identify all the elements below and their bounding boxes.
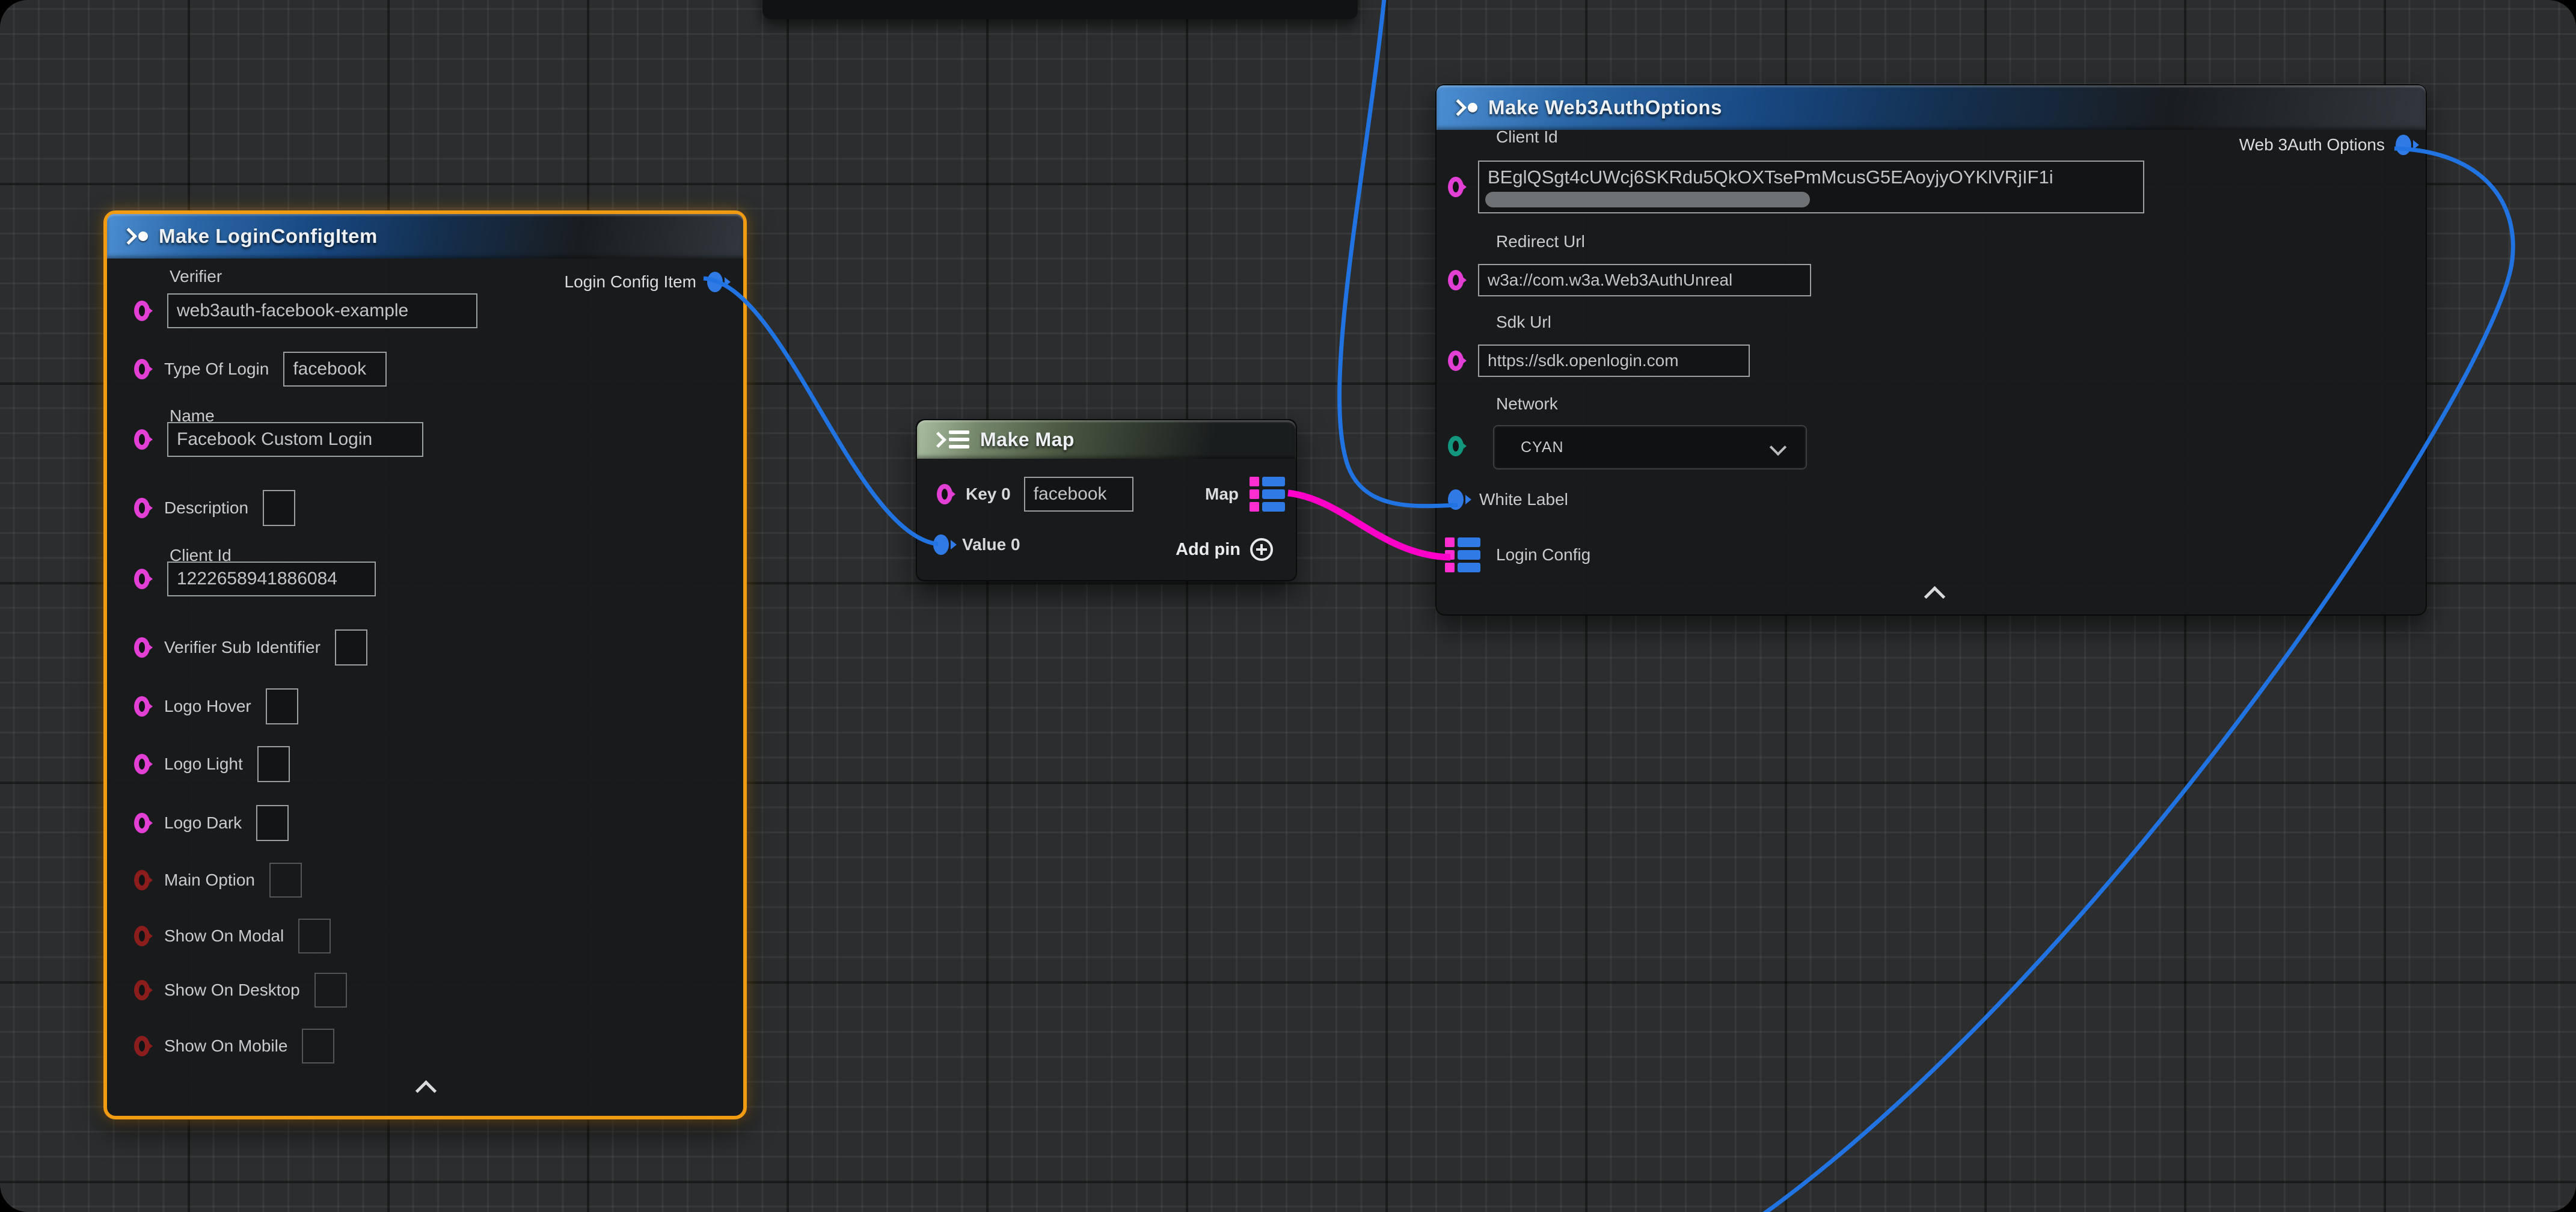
input-pin-show-on-modal[interactable] — [134, 926, 150, 946]
collapse-row — [1927, 589, 1942, 604]
pin-row-logo-dark: Logo Dark — [134, 805, 289, 841]
pin-label: Sdk Url — [1496, 313, 1551, 332]
input-pin-type-of-login[interactable] — [134, 359, 150, 379]
pin-row-key-0: Key 0 facebook — [937, 477, 1133, 512]
node-header[interactable]: Make LoginConfigItem — [107, 214, 743, 259]
client-id-scrollbar[interactable] — [1485, 192, 1810, 207]
pin-label: Redirect Url — [1496, 232, 1585, 251]
pin-row-login-config: Login Config — [1445, 537, 1590, 572]
blueprint-graph-canvas[interactable]: Make LoginConfigItem Login Config Item V… — [0, 0, 2576, 1212]
add-pin-icon — [1250, 538, 1273, 561]
pin-row-value-0: Value 0 — [933, 534, 1020, 555]
output-row-map: Map — [1205, 477, 1285, 512]
collapse-chevron-icon[interactable] — [1924, 586, 1945, 607]
make-struct-icon — [123, 230, 148, 242]
output-pin-label: Login Config Item — [565, 272, 696, 292]
make-struct-icon — [1452, 102, 1477, 114]
login-config-map-pin-icon[interactable] — [1445, 537, 1480, 572]
input-pin-verifier[interactable] — [134, 301, 150, 321]
input-pin-logo-dark[interactable] — [134, 813, 150, 833]
logo-hover-field[interactable] — [266, 688, 298, 724]
logo-light-field[interactable] — [257, 746, 290, 782]
pin-row-show-on-modal: Show On Modal — [134, 919, 331, 953]
input-pin-value-0[interactable] — [933, 534, 949, 555]
node-make-web3authoptions[interactable]: Make Web3AuthOptions Web 3Auth Options C… — [1435, 84, 2427, 616]
pin-row-main-option: Main Option — [134, 863, 302, 898]
input-pin-logo-hover[interactable] — [134, 696, 150, 717]
pin-row-client-id: 1222658941886084 — [134, 562, 376, 596]
verifier-sub-identifier-field[interactable] — [335, 629, 367, 666]
make-map-icon — [933, 430, 969, 448]
input-pin-description[interactable] — [134, 498, 150, 518]
input-pin-key-0[interactable] — [937, 484, 952, 504]
node-header[interactable]: Make Web3AuthOptions — [1437, 85, 2426, 130]
input-pin-client-id[interactable] — [1448, 177, 1464, 197]
input-pin-redirect-url[interactable] — [1448, 270, 1464, 290]
verifier-field[interactable]: web3auth-facebook-example — [167, 293, 477, 328]
pin-label: Verifier — [170, 267, 222, 286]
pin-row-logo-light: Logo Light — [134, 746, 290, 782]
pin-row-white-label: White Label — [1448, 489, 1568, 510]
collapse-row — [419, 1083, 434, 1098]
output-row-web3auth-options: Web 3Auth Options — [2239, 135, 2411, 155]
logo-dark-field[interactable] — [256, 805, 289, 841]
client-id-field[interactable]: 1222658941886084 — [167, 562, 376, 596]
input-pin-sdk-url[interactable] — [1448, 350, 1464, 371]
key-0-field[interactable]: facebook — [1024, 477, 1133, 512]
pin-row-show-on-mobile: Show On Mobile — [134, 1029, 334, 1064]
redirect-url-field[interactable]: w3a://com.w3a.Web3AuthUnreal — [1478, 264, 1811, 296]
input-pin-show-on-desktop[interactable] — [134, 980, 150, 1000]
network-dropdown[interactable]: CYAN — [1493, 425, 1807, 470]
description-field[interactable] — [263, 490, 295, 526]
pin-row-name: Facebook Custom Login — [134, 422, 423, 457]
pin-row-network — [1448, 436, 1464, 456]
node-title: Make LoginConfigItem — [159, 225, 378, 248]
client-id-field[interactable]: BEglQSgt4cUWcj6SKRdu5QkOXTsePmMcusG5EAoy… — [1478, 161, 2144, 213]
input-pin-logo-light[interactable] — [134, 754, 150, 774]
input-pin-main-option[interactable] — [134, 870, 150, 890]
node-title: Make Map — [980, 429, 1075, 451]
input-pin-network[interactable] — [1448, 436, 1464, 456]
input-pin-client-id[interactable] — [134, 569, 150, 589]
output-row-login-config-item: Login Config Item — [565, 272, 723, 292]
map-pin-icon[interactable] — [1250, 477, 1285, 512]
offscreen-node-partial[interactable] — [762, 0, 1358, 19]
show-on-mobile-checkbox[interactable] — [302, 1029, 334, 1064]
output-pin-label: Web 3Auth Options — [2239, 135, 2385, 155]
sdk-url-field[interactable]: https://sdk.openlogin.com — [1478, 344, 1750, 377]
input-pin-white-label[interactable] — [1448, 489, 1464, 510]
pin-row-verifier-sub-identifier: Verifier Sub Identifier — [134, 629, 367, 666]
output-pin-web3auth-options[interactable] — [2396, 135, 2411, 155]
pin-label: Client Id — [1496, 127, 1558, 147]
node-make-map[interactable]: Make Map Key 0 facebook Map Value 0 Add … — [916, 419, 1297, 581]
input-pin-verifier-sub-identifier[interactable] — [134, 637, 150, 658]
pin-row-show-on-desktop: Show On Desktop — [134, 973, 347, 1008]
pin-row-redirect-url: w3a://com.w3a.Web3AuthUnreal — [1448, 264, 1811, 296]
show-on-desktop-checkbox[interactable] — [314, 973, 347, 1008]
name-field[interactable]: Facebook Custom Login — [167, 422, 423, 457]
pin-row-verifier: web3auth-facebook-example — [134, 293, 477, 328]
collapse-chevron-icon[interactable] — [416, 1080, 437, 1101]
main-option-checkbox[interactable] — [269, 863, 302, 898]
node-header[interactable]: Make Map — [917, 420, 1296, 459]
pin-row-type-of-login: Type Of Login facebook — [134, 352, 387, 387]
add-pin-button[interactable]: Add pin — [1176, 538, 1273, 561]
node-title: Make Web3AuthOptions — [1488, 96, 1722, 119]
pin-label: Network — [1496, 394, 1558, 414]
pin-row-sdk-url: https://sdk.openlogin.com — [1448, 344, 1750, 377]
node-make-loginconfigitem[interactable]: Make LoginConfigItem Login Config Item V… — [103, 210, 747, 1119]
type-of-login-field[interactable]: facebook — [283, 352, 387, 387]
pin-row-client-id: BEglQSgt4cUWcj6SKRdu5QkOXTsePmMcusG5EAoy… — [1448, 161, 2144, 213]
chevron-down-icon — [1770, 439, 1786, 456]
output-pin-login-config-item[interactable] — [707, 272, 723, 292]
input-pin-name[interactable] — [134, 429, 150, 450]
show-on-modal-checkbox[interactable] — [298, 919, 331, 953]
wire-map-to-login-config[interactable] — [1288, 493, 1450, 557]
input-pin-show-on-mobile[interactable] — [134, 1036, 150, 1056]
pin-row-description: Description — [134, 490, 295, 526]
pin-row-logo-hover: Logo Hover — [134, 688, 298, 724]
